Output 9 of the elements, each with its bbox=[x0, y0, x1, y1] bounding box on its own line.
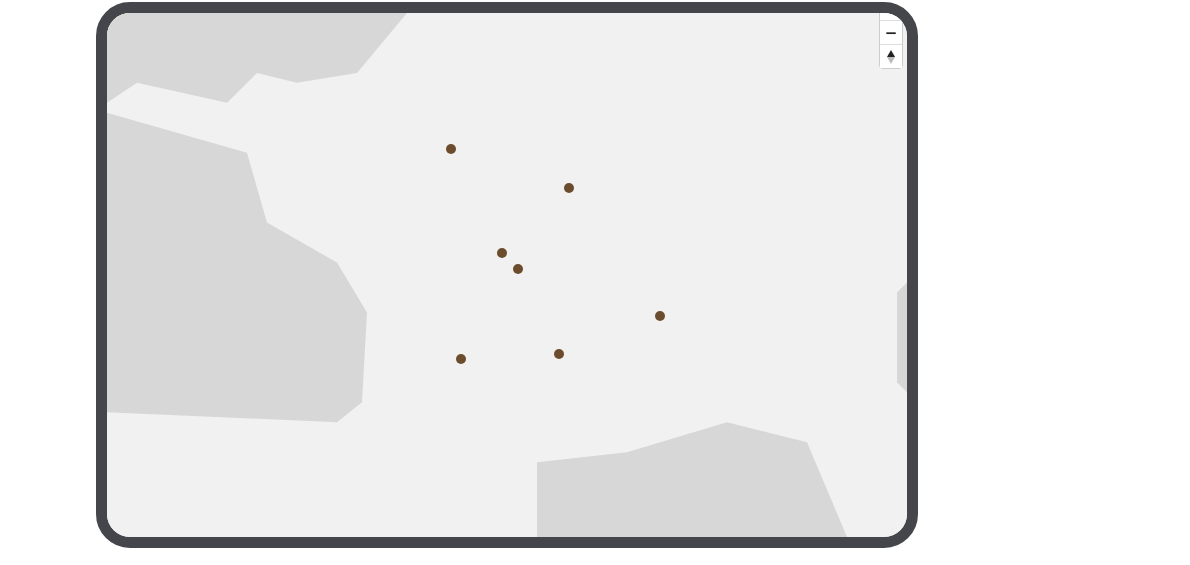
compass-icon bbox=[887, 49, 895, 64]
map-pin[interactable] bbox=[497, 248, 507, 258]
map-pin[interactable] bbox=[513, 264, 523, 274]
map-pin[interactable] bbox=[564, 183, 574, 193]
map-pin[interactable] bbox=[456, 354, 466, 364]
compass-button[interactable] bbox=[880, 44, 902, 68]
map-pin[interactable] bbox=[554, 349, 564, 359]
map-pin[interactable] bbox=[446, 144, 456, 154]
map-pin[interactable] bbox=[655, 311, 665, 321]
